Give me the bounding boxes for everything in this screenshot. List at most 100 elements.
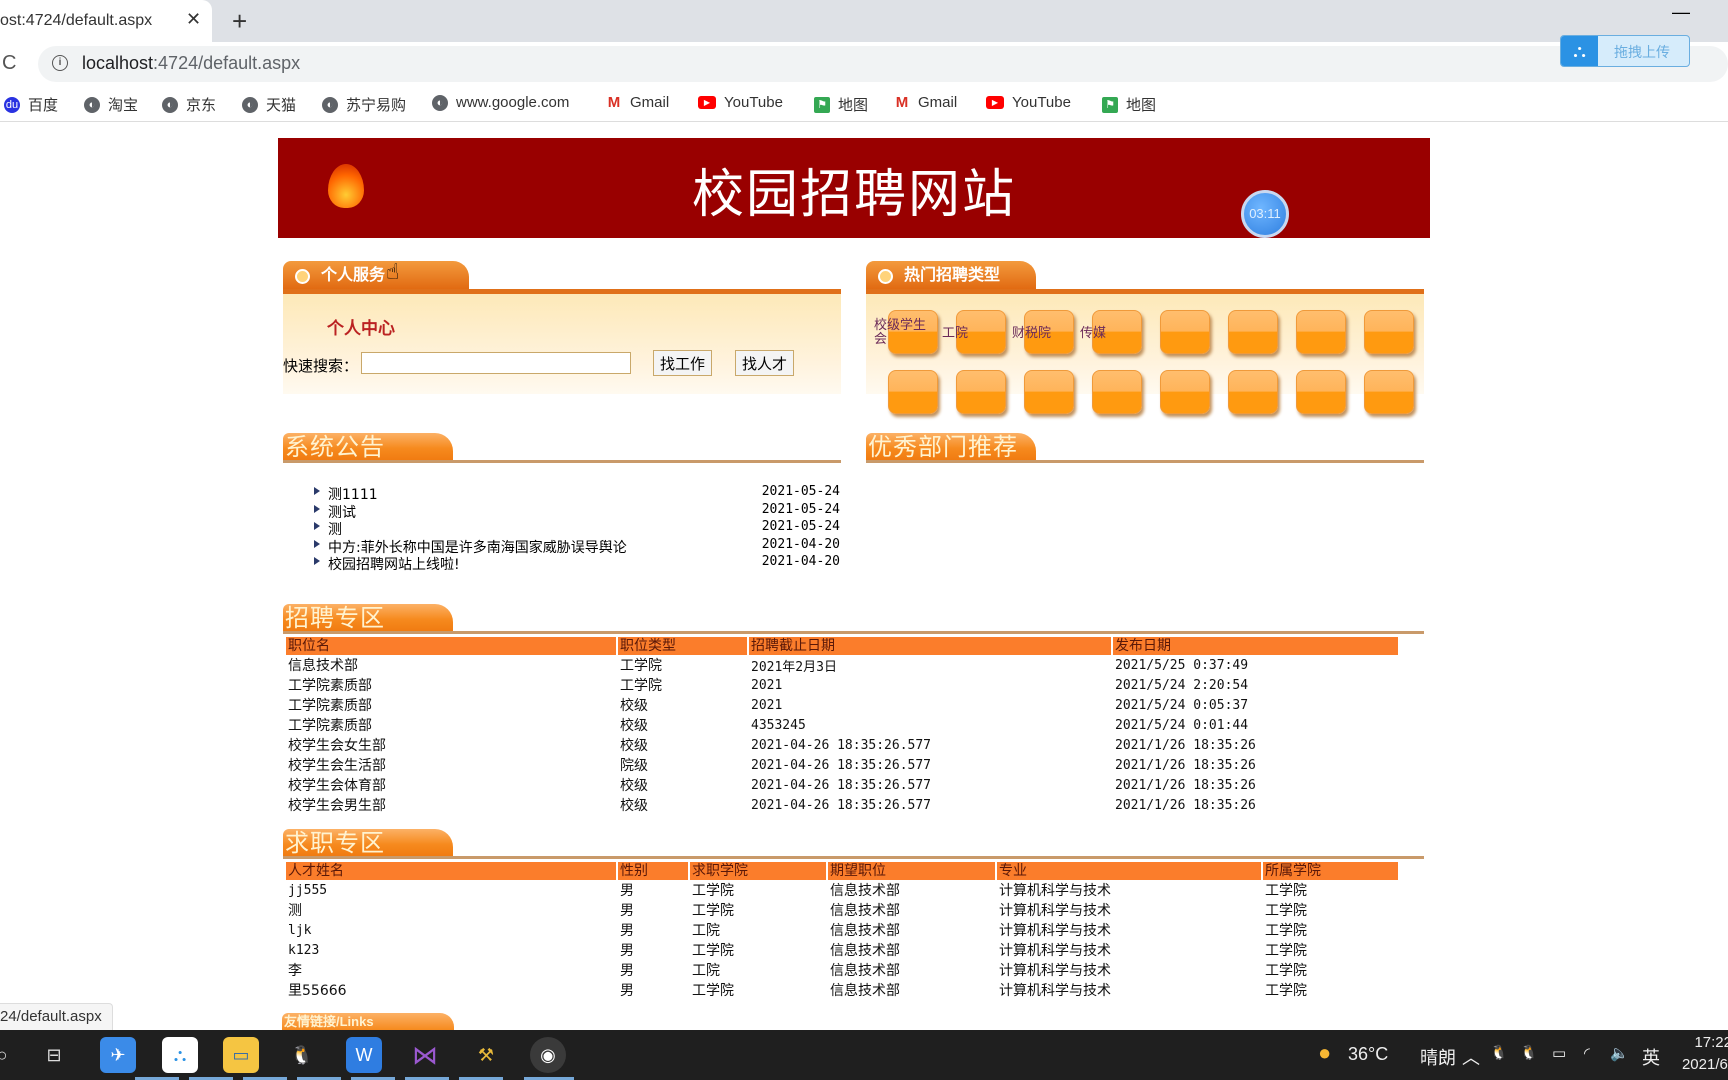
table-cell[interactable]: 校学生会女生部	[286, 735, 616, 755]
table-cell: 2021-04-26 18:35:26.577	[751, 737, 932, 753]
wps-app-icon[interactable]: W	[346, 1037, 382, 1073]
bookmark-item[interactable]: ◐ www.google.com	[432, 94, 569, 111]
table-cell: 工学院	[1265, 983, 1307, 999]
table-cell[interactable]: 校学生会生活部	[286, 755, 616, 775]
table-cell[interactable]: 工学院素质部	[286, 675, 616, 695]
notice-title[interactable]: 校园招聘网站上线啦!	[328, 554, 460, 574]
table-cell[interactable]: 测	[286, 900, 616, 920]
table-cell[interactable]: 里55666	[286, 980, 616, 1000]
bookmark-item[interactable]: ⚑ 地图	[814, 94, 868, 115]
table-row: 里55666 男 工学院 信息技术部 计算机科学与技术 工学院	[286, 980, 1398, 1000]
category-label[interactable]: 校级学生会	[874, 318, 934, 346]
category-tile[interactable]	[888, 370, 938, 414]
url-text[interactable]: localhost:4724/default.aspx	[82, 53, 300, 74]
category-tile[interactable]	[1296, 310, 1346, 354]
close-tab-icon[interactable]: ✕	[186, 9, 201, 30]
bookmark-item[interactable]: ▶ YouTube	[698, 94, 783, 111]
qq-tray-icon[interactable]: 🐧	[1490, 1044, 1507, 1061]
table-cell[interactable]: 工学院素质部	[286, 695, 616, 715]
category-tile[interactable]	[1024, 370, 1074, 414]
category-tile[interactable]	[1160, 370, 1210, 414]
battery-icon[interactable]: ▭	[1552, 1044, 1566, 1062]
maps-icon: ⚑	[814, 96, 830, 113]
table-cell[interactable]: jj555	[286, 880, 616, 900]
category-label[interactable]: 财税院	[1012, 326, 1051, 340]
table-cell[interactable]: 信息技术部	[286, 655, 616, 675]
personal-center-link[interactable]: 个人中心	[327, 314, 395, 339]
visual-studio-icon[interactable]: ⋈	[407, 1037, 443, 1073]
new-tab-button[interactable]: +	[232, 6, 247, 37]
category-tile[interactable]	[956, 370, 1006, 414]
sun-weather-icon[interactable]: ●	[1318, 1040, 1331, 1066]
tools-app-icon[interactable]: ⚒	[468, 1037, 504, 1073]
category-tile[interactable]	[1364, 370, 1414, 414]
search-icon[interactable]: ○	[0, 1037, 20, 1073]
table-cell[interactable]: 校学生会男生部	[286, 795, 616, 815]
table-cell[interactable]: k123	[286, 940, 616, 960]
table-cell: 计算机科学与技术	[999, 963, 1111, 979]
timer-badge[interactable]: 03:11	[1241, 190, 1289, 238]
quick-search-input[interactable]	[361, 352, 631, 374]
youtube-icon: ▶	[698, 96, 716, 109]
qq-tray-icon[interactable]: 🐧	[1520, 1044, 1537, 1061]
category-tile[interactable]	[1160, 310, 1210, 354]
chrome-app-icon[interactable]: ◉	[530, 1037, 566, 1073]
bookmark-item[interactable]: ◐ 淘宝	[84, 94, 138, 115]
bookmark-label: 地图	[838, 97, 869, 114]
circle-arrow-icon	[878, 269, 893, 284]
omnibox[interactable]: i localhost:4724/default.aspx ☆	[38, 46, 1728, 82]
category-label[interactable]: 传媒	[1080, 326, 1106, 340]
wifi-icon[interactable]: ◜	[1584, 1044, 1590, 1062]
baidu-netdisk-app-icon[interactable]: ⛬	[162, 1037, 198, 1073]
table-cell[interactable]: 校学生会体育部	[286, 775, 616, 795]
table-cell[interactable]: 李	[286, 960, 616, 980]
chevron-up-icon[interactable]: ︿	[1462, 1044, 1480, 1070]
file-explorer-icon[interactable]: ▭	[223, 1037, 259, 1073]
qq-app-icon[interactable]: 🐧	[284, 1037, 320, 1073]
system-clock[interactable]: 17:22 2021/6/	[1672, 1032, 1728, 1076]
bookmark-item[interactable]: ◐ 京东	[162, 94, 216, 115]
volume-icon[interactable]: 🔈	[1610, 1044, 1629, 1062]
category-tile[interactable]	[1296, 370, 1346, 414]
section-rule	[866, 460, 1424, 463]
table-cell: 工学院	[1265, 903, 1307, 919]
bookmark-item[interactable]: du 百度	[4, 94, 58, 115]
category-tile[interactable]	[1092, 370, 1142, 414]
category-tile[interactable]	[1228, 370, 1278, 414]
weather-temp[interactable]: 36°C	[1348, 1044, 1388, 1065]
bookmark-item[interactable]: M Gmail	[894, 94, 957, 111]
bookmark-item[interactable]: ◐ 天猫	[242, 94, 296, 115]
find-talent-button[interactable]: 找人才	[735, 350, 795, 376]
table-cell: 信息技术部	[830, 883, 900, 899]
table-cell: 校级	[620, 798, 648, 814]
task-view-icon[interactable]: ⊟	[36, 1037, 72, 1073]
globe-icon: ◐	[432, 94, 448, 111]
recruit-section-header: 招聘专区	[283, 604, 1424, 634]
site-info-icon[interactable]: i	[52, 55, 68, 71]
ime-indicator[interactable]: 英	[1642, 1044, 1660, 1070]
find-job-button[interactable]: 找工作	[653, 350, 713, 376]
table-row: 校学生会女生部 校级 2021-04-26 18:35:26.577 2021/1/2…	[286, 735, 1398, 755]
bookmark-item[interactable]: ⚑ 地图	[1102, 94, 1156, 115]
table-cell[interactable]: ljk	[286, 920, 616, 940]
notice-item: 测 2021-05-24	[312, 519, 842, 538]
bookmark-label: 京东	[186, 97, 217, 114]
table-cell: 信息技术部	[830, 943, 900, 959]
minimize-button[interactable]: —	[1672, 2, 1690, 23]
bookmark-item[interactable]: M Gmail	[606, 94, 669, 111]
column-header: 期望职位	[828, 862, 995, 880]
table-cell: 信息技术部	[830, 963, 900, 979]
table-cell[interactable]: 工学院素质部	[286, 715, 616, 735]
category-label[interactable]: 工院	[942, 326, 968, 340]
category-tile[interactable]	[1228, 310, 1278, 354]
weather-text[interactable]: 晴朗	[1420, 1044, 1456, 1070]
feishu-app-icon[interactable]: ✈	[100, 1037, 136, 1073]
gmail-icon: M	[607, 93, 621, 111]
bookmark-item[interactable]: ◐ 苏宁易购	[322, 94, 406, 115]
bookmark-item[interactable]: ▶ YouTube	[986, 94, 1071, 111]
browser-tab[interactable]: ost:4724/default.aspx ✕	[0, 0, 212, 42]
column-header: 职位名	[286, 637, 616, 655]
category-tile[interactable]	[1364, 310, 1414, 354]
reload-icon[interactable]: C	[2, 52, 16, 75]
baidu-upload-widget[interactable]: ⛬ 拖拽上传	[1560, 35, 1690, 67]
